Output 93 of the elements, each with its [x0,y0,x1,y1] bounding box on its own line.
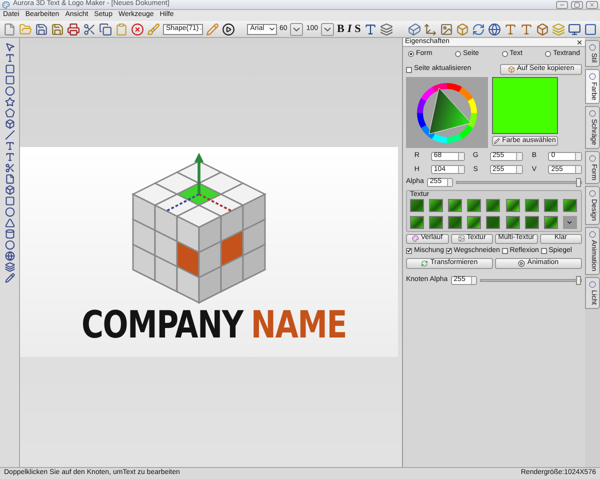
format-button[interactable]: S [354,20,361,38]
logo-word: COMPANY [81,307,243,345]
package-icon[interactable] [536,22,549,36]
texture-swatch[interactable] [562,198,577,212]
slider-thumb[interactable] [576,178,581,187]
radio-button[interactable] [455,51,461,57]
tab-icon [589,44,596,51]
tab-icon [589,155,596,162]
close-icon[interactable] [576,38,583,46]
scissors-icon[interactable] [4,163,14,173]
disc-icon[interactable] [4,207,14,217]
monitor-icon[interactable] [568,22,581,36]
panel-icon[interactable] [584,22,597,36]
cube-icon[interactable] [408,22,421,36]
caret-icon [566,218,574,226]
slider-track[interactable] [456,180,582,184]
texture-swatch[interactable] [506,216,520,228]
image-icon[interactable] [440,22,453,36]
circle-icon[interactable] [4,86,14,96]
checkbox[interactable] [540,248,547,254]
box-icon[interactable] [4,185,14,195]
texture-swatch[interactable] [448,198,462,212]
texture-swatch[interactable] [410,216,424,228]
play-icon[interactable] [222,22,235,36]
checkbox[interactable] [406,66,412,72]
page-icon[interactable] [4,174,14,184]
texture-swatch[interactable] [524,198,539,212]
ring-icon[interactable] [4,240,14,250]
layers-icon[interactable] [4,262,14,272]
tab-icon [589,231,596,238]
box-icon [508,66,515,73]
clipboard-icon[interactable] [115,22,128,36]
box-icon[interactable] [456,22,469,36]
texture-swatch[interactable] [486,198,500,212]
checkbox[interactable] [502,248,508,254]
tab-icon [589,72,596,80]
close-icon[interactable] [586,0,598,8]
pen-icon [494,138,500,144]
texture-icon [458,235,465,242]
line-icon[interactable] [4,130,14,140]
delete-icon[interactable] [131,22,144,36]
tab-icon [589,190,596,198]
copy-icon[interactable] [99,22,112,36]
slider-track[interactable] [480,278,582,282]
texture-swatch[interactable] [467,198,482,212]
printer-icon[interactable] [67,22,80,36]
texture-swatch[interactable] [544,216,558,228]
save-icon[interactable] [35,22,48,36]
texture-swatch[interactable] [506,198,520,212]
texture-swatch[interactable] [544,198,558,212]
color-swatch [492,77,558,134]
logo-word: NAME [250,307,347,345]
move-icon[interactable] [424,22,437,36]
texture-swatch[interactable] [410,198,424,212]
globe-icon[interactable] [4,251,14,261]
scissors-icon[interactable] [83,22,96,36]
pen-icon[interactable] [4,273,14,283]
format-button[interactable]: I [347,20,352,38]
texture-swatch[interactable] [429,216,444,228]
radio-button[interactable] [545,51,552,57]
rounded-square-icon[interactable] [4,75,14,85]
text-icon[interactable] [4,53,14,63]
texture-swatch[interactable] [524,216,539,228]
texture-swatch[interactable] [429,198,444,212]
rotate-icon[interactable] [472,22,485,36]
layers-icon[interactable] [380,22,393,36]
globe-icon[interactable] [488,22,501,36]
square-icon[interactable] [4,64,14,74]
checkbox[interactable] [406,248,412,254]
cylinder-icon[interactable] [4,229,14,239]
pointer-icon[interactable] [4,42,14,52]
format-button[interactable]: B [337,20,344,38]
text-style-icon[interactable] [364,22,377,36]
texture-swatch[interactable] [448,216,462,228]
color-wheel[interactable] [415,80,479,144]
save-as-icon[interactable] [51,22,64,36]
star-icon[interactable] [4,97,14,107]
slider-thumb[interactable] [576,276,581,285]
shape-icon[interactable] [4,119,14,129]
pentagon-icon[interactable] [4,108,14,118]
tab-icon [589,281,596,288]
radio-button[interactable] [408,51,414,57]
texture-swatch[interactable] [486,216,500,228]
maximize-icon[interactable] [571,0,583,8]
tab-icon [589,110,596,118]
panel-icon[interactable] [4,196,14,206]
brush-icon[interactable] [147,22,160,36]
radio-button[interactable] [502,51,508,57]
checkbox[interactable] [446,248,452,254]
new-file-icon[interactable] [3,22,16,36]
more-textures-button[interactable] [562,216,577,228]
app-logo-icon [2,0,10,8]
texture-swatch[interactable] [467,216,482,228]
